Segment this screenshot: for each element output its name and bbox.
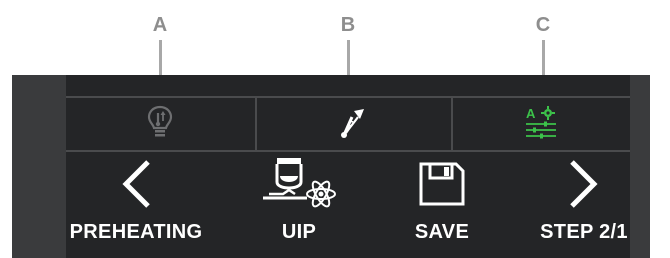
uip-atom-icon bbox=[259, 156, 339, 217]
save-label: SAVE bbox=[414, 221, 470, 243]
lightbulb-temperature-icon bbox=[145, 105, 175, 144]
preheating-label: PREHEATING bbox=[69, 221, 203, 243]
status-divider-2 bbox=[451, 98, 453, 150]
chevron-right-icon bbox=[566, 158, 602, 215]
step-label: STEP 2/1 bbox=[540, 221, 628, 243]
status-cell-c: A bbox=[452, 98, 630, 150]
temperature-rising-icon bbox=[338, 105, 368, 144]
callout-c-label: C bbox=[535, 14, 551, 36]
callout-a-label: A bbox=[152, 14, 168, 36]
uip-button[interactable]: UIP bbox=[244, 156, 354, 246]
status-cell-b bbox=[256, 98, 450, 150]
chevron-left-icon bbox=[118, 158, 154, 215]
save-button[interactable]: SAVE bbox=[392, 156, 492, 246]
uip-label: UIP bbox=[281, 221, 317, 243]
floppy-disk-icon bbox=[418, 161, 466, 212]
svg-text:A: A bbox=[526, 106, 536, 121]
next-step-button[interactable]: STEP 2/1 bbox=[528, 156, 640, 246]
callout-b-label: B bbox=[340, 14, 356, 36]
status-cell-a bbox=[66, 98, 254, 150]
status-strip: A bbox=[66, 96, 630, 152]
status-divider-1 bbox=[255, 98, 257, 150]
left-bezel bbox=[12, 75, 66, 258]
preheating-button[interactable]: PREHEATING bbox=[66, 156, 206, 246]
auto-settings-sliders-icon: A bbox=[524, 105, 558, 144]
